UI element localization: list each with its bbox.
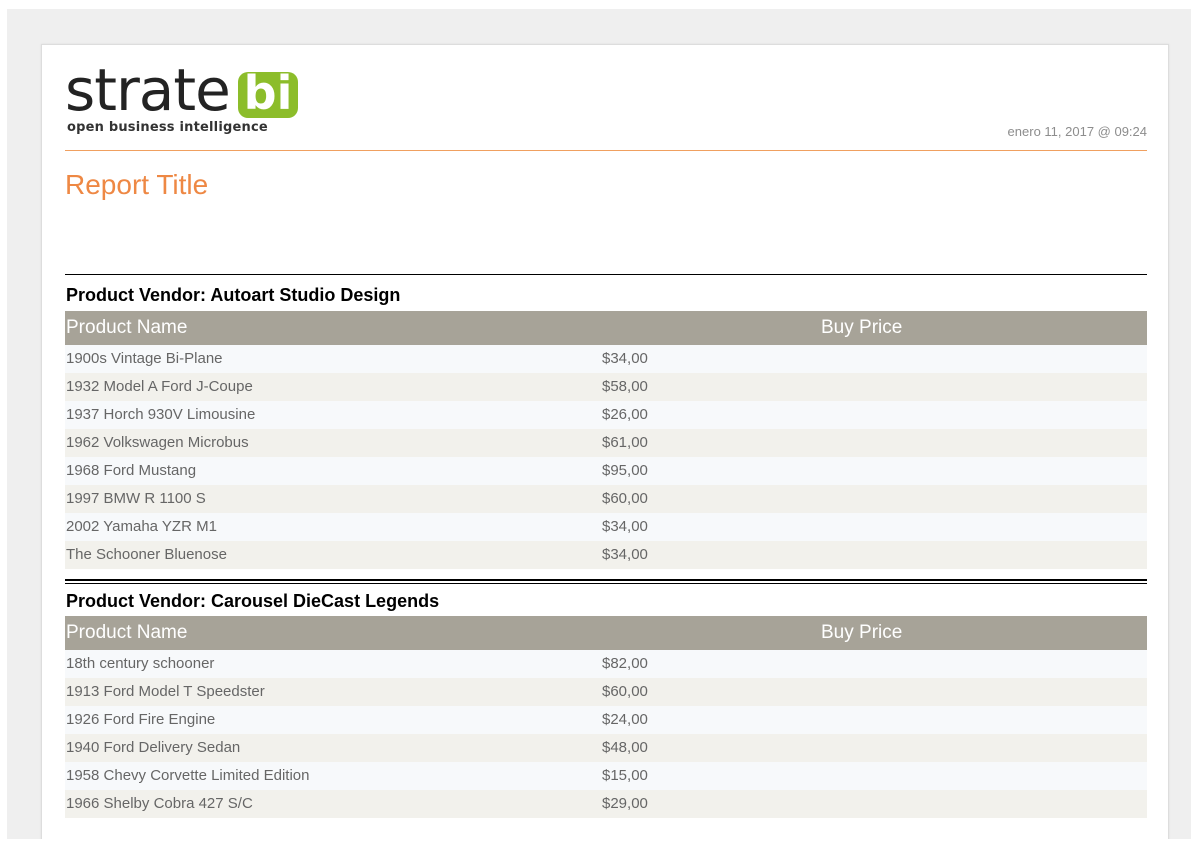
column-header-product-name: Product Name (66, 622, 188, 643)
column-header-row: Product Name Buy Price (65, 616, 1147, 650)
table-row: The Schooner Bluenose $34,00 (65, 541, 1147, 569)
buy-price: $82,00 (602, 655, 648, 672)
report-page: strate bi open business intelligence ene… (41, 44, 1169, 839)
table-row: 1968 Ford Mustang $95,00 (65, 457, 1147, 485)
report-date: enero 11, 2017 @ 09:24 (1007, 124, 1147, 139)
column-header-buy-price: Buy Price (821, 622, 903, 643)
product-name: 1958 Chevy Corvette Limited Edition (66, 767, 310, 784)
product-name: 2002 Yamaha YZR M1 (66, 518, 217, 535)
product-name: 1997 BMW R 1100 S (66, 490, 206, 507)
buy-price: $15,00 (602, 767, 648, 784)
table-row: 1958 Chevy Corvette Limited Edition $15,… (65, 762, 1147, 790)
product-name: 1968 Ford Mustang (66, 462, 197, 479)
vendor-group: Product Vendor: Autoart Studio Design Pr… (65, 274, 1147, 569)
buy-price: $60,00 (602, 683, 648, 700)
column-header-product-name: Product Name (66, 317, 188, 338)
buy-price: $34,00 (602, 350, 648, 367)
table-row: 1966 Shelby Cobra 427 S/C $29,00 (65, 790, 1147, 818)
report-title: Report Title (65, 169, 209, 200)
group-header: Product Vendor: Carousel DieCast Legends (66, 591, 440, 611)
table-row: 1937 Horch 930V Limousine $26,00 (65, 401, 1147, 429)
product-name: 1937 Horch 930V Limousine (66, 406, 256, 423)
buy-price: $95,00 (602, 462, 648, 479)
vendor-group: Product Vendor: Carousel DieCast Legends… (65, 579, 1147, 818)
product-name: 1962 Volkswagen Microbus (66, 434, 249, 451)
column-header-buy-price: Buy Price (821, 317, 903, 338)
stratebi-logo: strate bi open business intelligence (65, 60, 305, 138)
report-viewport[interactable]: strate bi open business intelligence ene… (7, 9, 1191, 839)
buy-price: $29,00 (602, 795, 648, 812)
product-name: 1966 Shelby Cobra 427 S/C (66, 795, 253, 812)
product-name: 18th century schooner (66, 655, 215, 672)
buy-price: $26,00 (602, 406, 648, 423)
product-name: 1900s Vintage Bi-Plane (66, 350, 223, 367)
table-row: 18th century schooner $82,00 (65, 650, 1147, 678)
product-name: 1926 Ford Fire Engine (66, 711, 216, 728)
table-row: 1932 Model A Ford J-Coupe $58,00 (65, 373, 1147, 401)
buy-price: $34,00 (602, 546, 648, 563)
logo-word: strate (65, 56, 231, 124)
group-header: Product Vendor: Autoart Studio Design (66, 285, 401, 305)
table-row: 1940 Ford Delivery Sedan $48,00 (65, 734, 1147, 762)
table-row: 1926 Ford Fire Engine $24,00 (65, 706, 1147, 734)
logo-tagline: open business intelligence (67, 120, 268, 135)
product-name: 1940 Ford Delivery Sedan (66, 739, 241, 756)
buy-price: $58,00 (602, 378, 648, 395)
product-name: 1913 Ford Model T Speedster (66, 683, 265, 700)
product-name: 1932 Model A Ford J-Coupe (66, 378, 253, 395)
buy-price: $24,00 (602, 711, 648, 728)
buy-price: $60,00 (602, 490, 648, 507)
table-row: 1900s Vintage Bi-Plane $34,00 (65, 345, 1147, 373)
column-header-row: Product Name Buy Price (65, 311, 1147, 345)
header-divider (65, 150, 1147, 151)
product-name: The Schooner Bluenose (66, 546, 227, 563)
table-row: 1997 BMW R 1100 S $60,00 (65, 485, 1147, 513)
table-row: 1913 Ford Model T Speedster $60,00 (65, 678, 1147, 706)
logo-bi-box: bi (238, 70, 298, 118)
buy-price: $34,00 (602, 518, 648, 535)
buy-price: $48,00 (602, 739, 648, 756)
table-row: 2002 Yamaha YZR M1 $34,00 (65, 513, 1147, 541)
buy-price: $61,00 (602, 434, 648, 451)
table-row: 1962 Volkswagen Microbus $61,00 (65, 429, 1147, 457)
